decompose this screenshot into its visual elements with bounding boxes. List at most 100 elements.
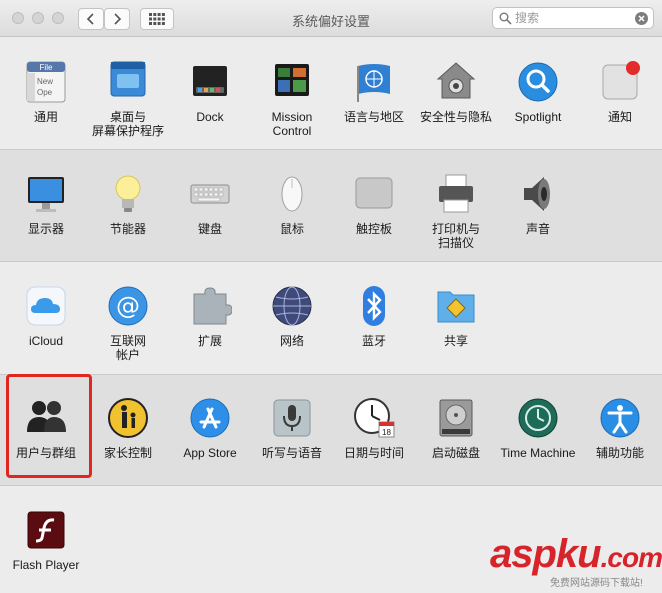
watermark: aspku.com 免费网站源码下载站! <box>490 532 662 592</box>
dock-icon <box>193 66 227 96</box>
bluetooth-icon <box>363 286 385 326</box>
mouse-icon <box>281 176 303 212</box>
highlight-box <box>6 374 92 478</box>
notifications-icon <box>602 61 640 100</box>
pane-label: 听写与语音 <box>261 446 322 460</box>
pane-label: 扩展 <box>197 334 222 348</box>
pane-label: 共享 <box>443 334 468 348</box>
house-lock-icon <box>436 62 476 99</box>
pane-label: 互联网 帐户 <box>109 334 146 362</box>
pane-icloud[interactable]: iCloud <box>5 284 87 348</box>
pane-dock[interactable]: Dock <box>169 60 251 124</box>
clear-search-icon[interactable] <box>635 12 648 25</box>
svg-text:File: File <box>40 63 53 72</box>
pane-label: 鼠标 <box>279 222 304 236</box>
pane-label: 启动磁盘 <box>431 446 480 460</box>
pane-desktop-screensaver[interactable]: 桌面与 屏幕保护程序 <box>87 60 169 138</box>
pane-label: Spotlight <box>514 110 562 124</box>
flash-player-icon <box>27 511 65 549</box>
pane-printers-scanners[interactable]: 打印机与 扫描仪 <box>415 172 497 250</box>
time-machine-icon <box>518 398 558 438</box>
pane-label: App Store <box>183 446 237 460</box>
app-store-icon <box>190 398 230 438</box>
pane-label: 辅助功能 <box>595 446 644 460</box>
pane-bluetooth[interactable]: 蓝牙 <box>333 284 415 348</box>
pane-label: 日期与时间 <box>343 446 404 460</box>
parental-controls-icon <box>108 398 148 438</box>
search-field[interactable] <box>492 7 654 29</box>
pane-date-time[interactable]: 18 日期与时间 <box>333 396 415 460</box>
pane-time-machine[interactable]: Time Machine <box>497 396 579 460</box>
pane-label: Dock <box>196 110 224 124</box>
pane-parental-controls[interactable]: 家长控制 <box>87 396 169 460</box>
watermark-brand: aspku.com <box>490 532 662 576</box>
pane-label: 节能器 <box>109 222 146 236</box>
watermark-tagline: 免费网站源码下载站! <box>550 578 643 589</box>
title-bar: 系统偏好设置 <box>0 0 662 37</box>
search-icon <box>499 12 512 25</box>
svg-text:Ope: Ope <box>37 88 53 97</box>
sharing-folder-icon <box>437 291 475 323</box>
printer-icon <box>439 174 473 213</box>
pane-label: 桌面与 屏幕保护程序 <box>91 110 164 138</box>
pane-label: 家长控制 <box>103 446 152 460</box>
display-monitor-icon <box>28 177 64 212</box>
pane-notifications[interactable]: 通知 <box>579 60 661 124</box>
pane-label: 蓝牙 <box>361 334 386 348</box>
accessibility-icon <box>600 398 640 438</box>
spotlight-icon <box>518 62 558 102</box>
pane-language-region[interactable]: 语言与地区 <box>333 60 415 124</box>
flag-globe-icon <box>357 64 390 102</box>
pane-label: 打印机与 扫描仪 <box>431 222 480 250</box>
clock-calendar-icon: 18 <box>354 398 395 438</box>
pane-label: 通用 <box>33 110 58 124</box>
pane-network[interactable]: 网络 <box>251 284 333 348</box>
pane-keyboard[interactable]: 键盘 <box>169 172 251 236</box>
pane-trackpad[interactable]: 触控板 <box>333 172 415 236</box>
svg-text:New: New <box>37 77 53 86</box>
pane-label: 触控板 <box>355 222 392 236</box>
hard-drive-icon <box>439 399 473 437</box>
pane-security-privacy[interactable]: 安全性与隐私 <box>415 60 497 124</box>
pane-dictation-speech[interactable]: 听写与语音 <box>251 396 333 460</box>
pane-label: 键盘 <box>197 222 222 236</box>
microphone-icon <box>273 399 311 437</box>
pane-label: 显示器 <box>27 222 64 236</box>
pane-label: 语言与地区 <box>343 110 404 124</box>
pane-label: Mission Control <box>271 110 313 138</box>
pane-flash-player[interactable]: Flash Player <box>5 508 87 572</box>
search-input[interactable] <box>515 10 627 26</box>
pane-label: iCloud <box>28 334 64 348</box>
icloud-icon <box>26 286 66 326</box>
svg-text:@: @ <box>116 292 140 320</box>
pane-app-store[interactable]: App Store <box>169 396 251 460</box>
lightbulb-icon <box>115 175 141 212</box>
pane-accessibility[interactable]: 辅助功能 <box>579 396 661 460</box>
svg-text:18: 18 <box>382 428 391 437</box>
desktop-screensaver-icon <box>110 61 146 97</box>
pane-label: 声音 <box>525 222 550 236</box>
pane-sound[interactable]: 声音 <box>497 172 579 236</box>
globe-network-icon <box>272 286 312 326</box>
pane-spotlight[interactable]: Spotlight <box>497 60 579 124</box>
keyboard-icon <box>190 184 230 204</box>
pane-label: Time Machine <box>500 446 576 460</box>
pane-internet-accounts[interactable]: @ 互联网 帐户 <box>87 284 169 362</box>
general-icon: File New Ope <box>26 61 66 103</box>
pane-label: Flash Player <box>12 558 80 572</box>
pane-startup-disk[interactable]: 启动磁盘 <box>415 396 497 460</box>
pane-general[interactable]: File New Ope 通用 <box>5 60 87 124</box>
pane-mission-control[interactable]: Mission Control <box>251 60 333 138</box>
pane-sharing[interactable]: 共享 <box>415 284 497 348</box>
pane-mouse[interactable]: 鼠标 <box>251 172 333 236</box>
pane-extensions[interactable]: 扩展 <box>169 284 251 348</box>
puzzle-piece-icon <box>193 287 232 325</box>
mission-control-icon <box>275 64 309 96</box>
pane-label: 网络 <box>279 334 304 348</box>
pane-label: 通知 <box>607 110 632 124</box>
pane-displays[interactable]: 显示器 <box>5 172 87 236</box>
pane-label: 安全性与隐私 <box>419 110 492 124</box>
pane-energy-saver[interactable]: 节能器 <box>87 172 169 236</box>
speaker-icon <box>524 177 550 211</box>
at-sign-icon: @ <box>108 286 148 326</box>
